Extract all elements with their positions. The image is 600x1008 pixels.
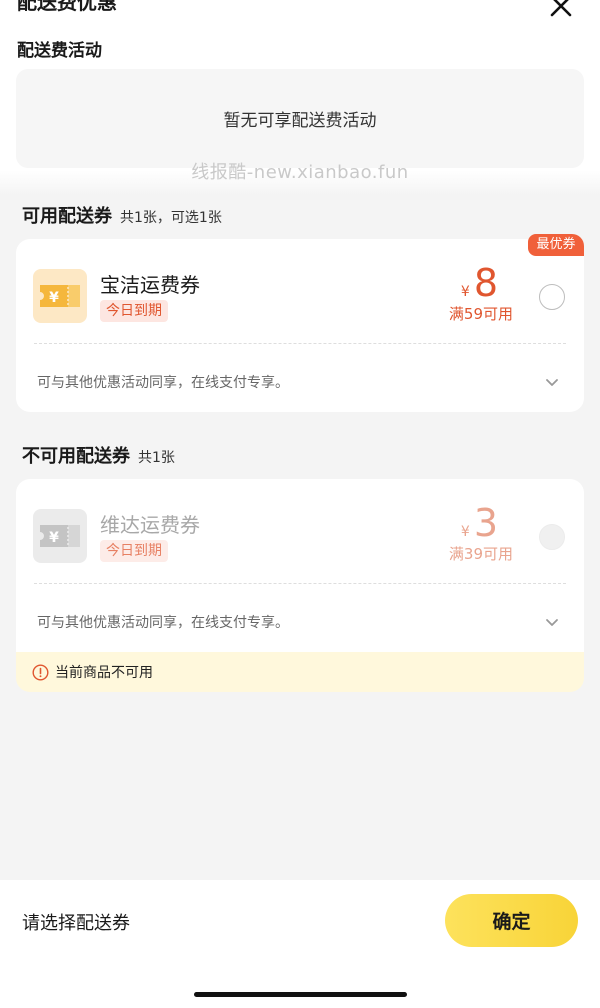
- svg-text:¥: ¥: [49, 530, 59, 546]
- exclamation-circle-icon: [32, 663, 49, 681]
- best-coupon-badge: 最优券: [528, 234, 584, 256]
- amount-value: 8: [473, 261, 498, 305]
- amount-value: 3: [473, 501, 498, 545]
- expand-button[interactable]: [544, 614, 560, 630]
- footer-prompt: 请选择配送券: [22, 913, 130, 934]
- ticket-yen-icon: ¥: [40, 285, 80, 307]
- chevron-down-icon: [546, 619, 558, 626]
- watermark: 线报酷-new.xianbao.fun: [191, 162, 409, 183]
- available-section-summary: 共1张，可选1张: [120, 210, 222, 226]
- coupon-card-available[interactable]: 最优券 ¥ 宝洁运费券 今日到期 ¥ 8 满59可用 可与其他优惠活动同享，在线…: [16, 234, 584, 412]
- close-button[interactable]: [547, 0, 575, 20]
- expand-button[interactable]: [544, 374, 560, 390]
- ticket-yen-icon: ¥: [40, 525, 80, 547]
- unavailable-section-title: 不可用配送券: [22, 446, 130, 467]
- activity-empty-text: 暂无可享配送费活动: [223, 111, 377, 131]
- coupon-description: 可与其他优惠活动同享，在线支付专享。: [37, 615, 289, 631]
- footer-bar: 请选择配送券 确定: [0, 880, 600, 1008]
- coupon-description: 可与其他优惠活动同享，在线支付专享。: [37, 375, 289, 391]
- confirm-button[interactable]: 确定: [445, 894, 578, 947]
- sheet-title: 配送费优惠: [17, 0, 117, 14]
- available-section-title: 可用配送券: [22, 206, 112, 227]
- home-indicator: [194, 992, 407, 997]
- svg-text:¥: ¥: [49, 290, 59, 306]
- unavailable-reason-text: 当前商品不可用: [55, 665, 153, 681]
- coupon-name: 维达运费券: [100, 513, 200, 537]
- coupon-card-unavailable: ¥ 维达运费券 今日到期 ¥ 3 满39可用 可与其他优惠活动同享，在线支付专享…: [16, 479, 584, 652]
- unavailable-reason-strip: 当前商品不可用: [16, 652, 584, 692]
- coupon-select-radio[interactable]: [539, 284, 565, 310]
- unavailable-section-summary: 共1张: [138, 450, 175, 466]
- unavailable-section-header: 不可用配送券 共1张: [22, 442, 175, 468]
- available-section-header: 可用配送券 共1张，可选1张: [22, 202, 222, 228]
- currency-symbol: ¥: [460, 524, 470, 540]
- coupon-thumbnail: ¥: [33, 509, 87, 563]
- card-divider: [34, 583, 566, 584]
- close-icon: [550, 0, 572, 17]
- activity-empty-state: 暂无可享配送费活动: [16, 69, 584, 168]
- coupon-amount: ¥ 8: [461, 263, 498, 303]
- expire-tag: 今日到期: [100, 540, 168, 562]
- expire-tag: 今日到期: [100, 300, 168, 322]
- coupon-amount: ¥ 3: [461, 503, 498, 543]
- coupon-thumbnail: ¥: [33, 269, 87, 323]
- coupon-name: 宝洁运费券: [100, 273, 200, 297]
- activity-section-label: 配送费活动: [17, 41, 102, 61]
- coupon-condition: 满39可用: [448, 545, 513, 563]
- currency-symbol: ¥: [460, 284, 470, 300]
- card-divider: [34, 343, 566, 344]
- coupon-select-radio-disabled: [539, 524, 565, 550]
- chevron-down-icon: [546, 379, 558, 386]
- coupon-condition: 满59可用: [448, 305, 513, 323]
